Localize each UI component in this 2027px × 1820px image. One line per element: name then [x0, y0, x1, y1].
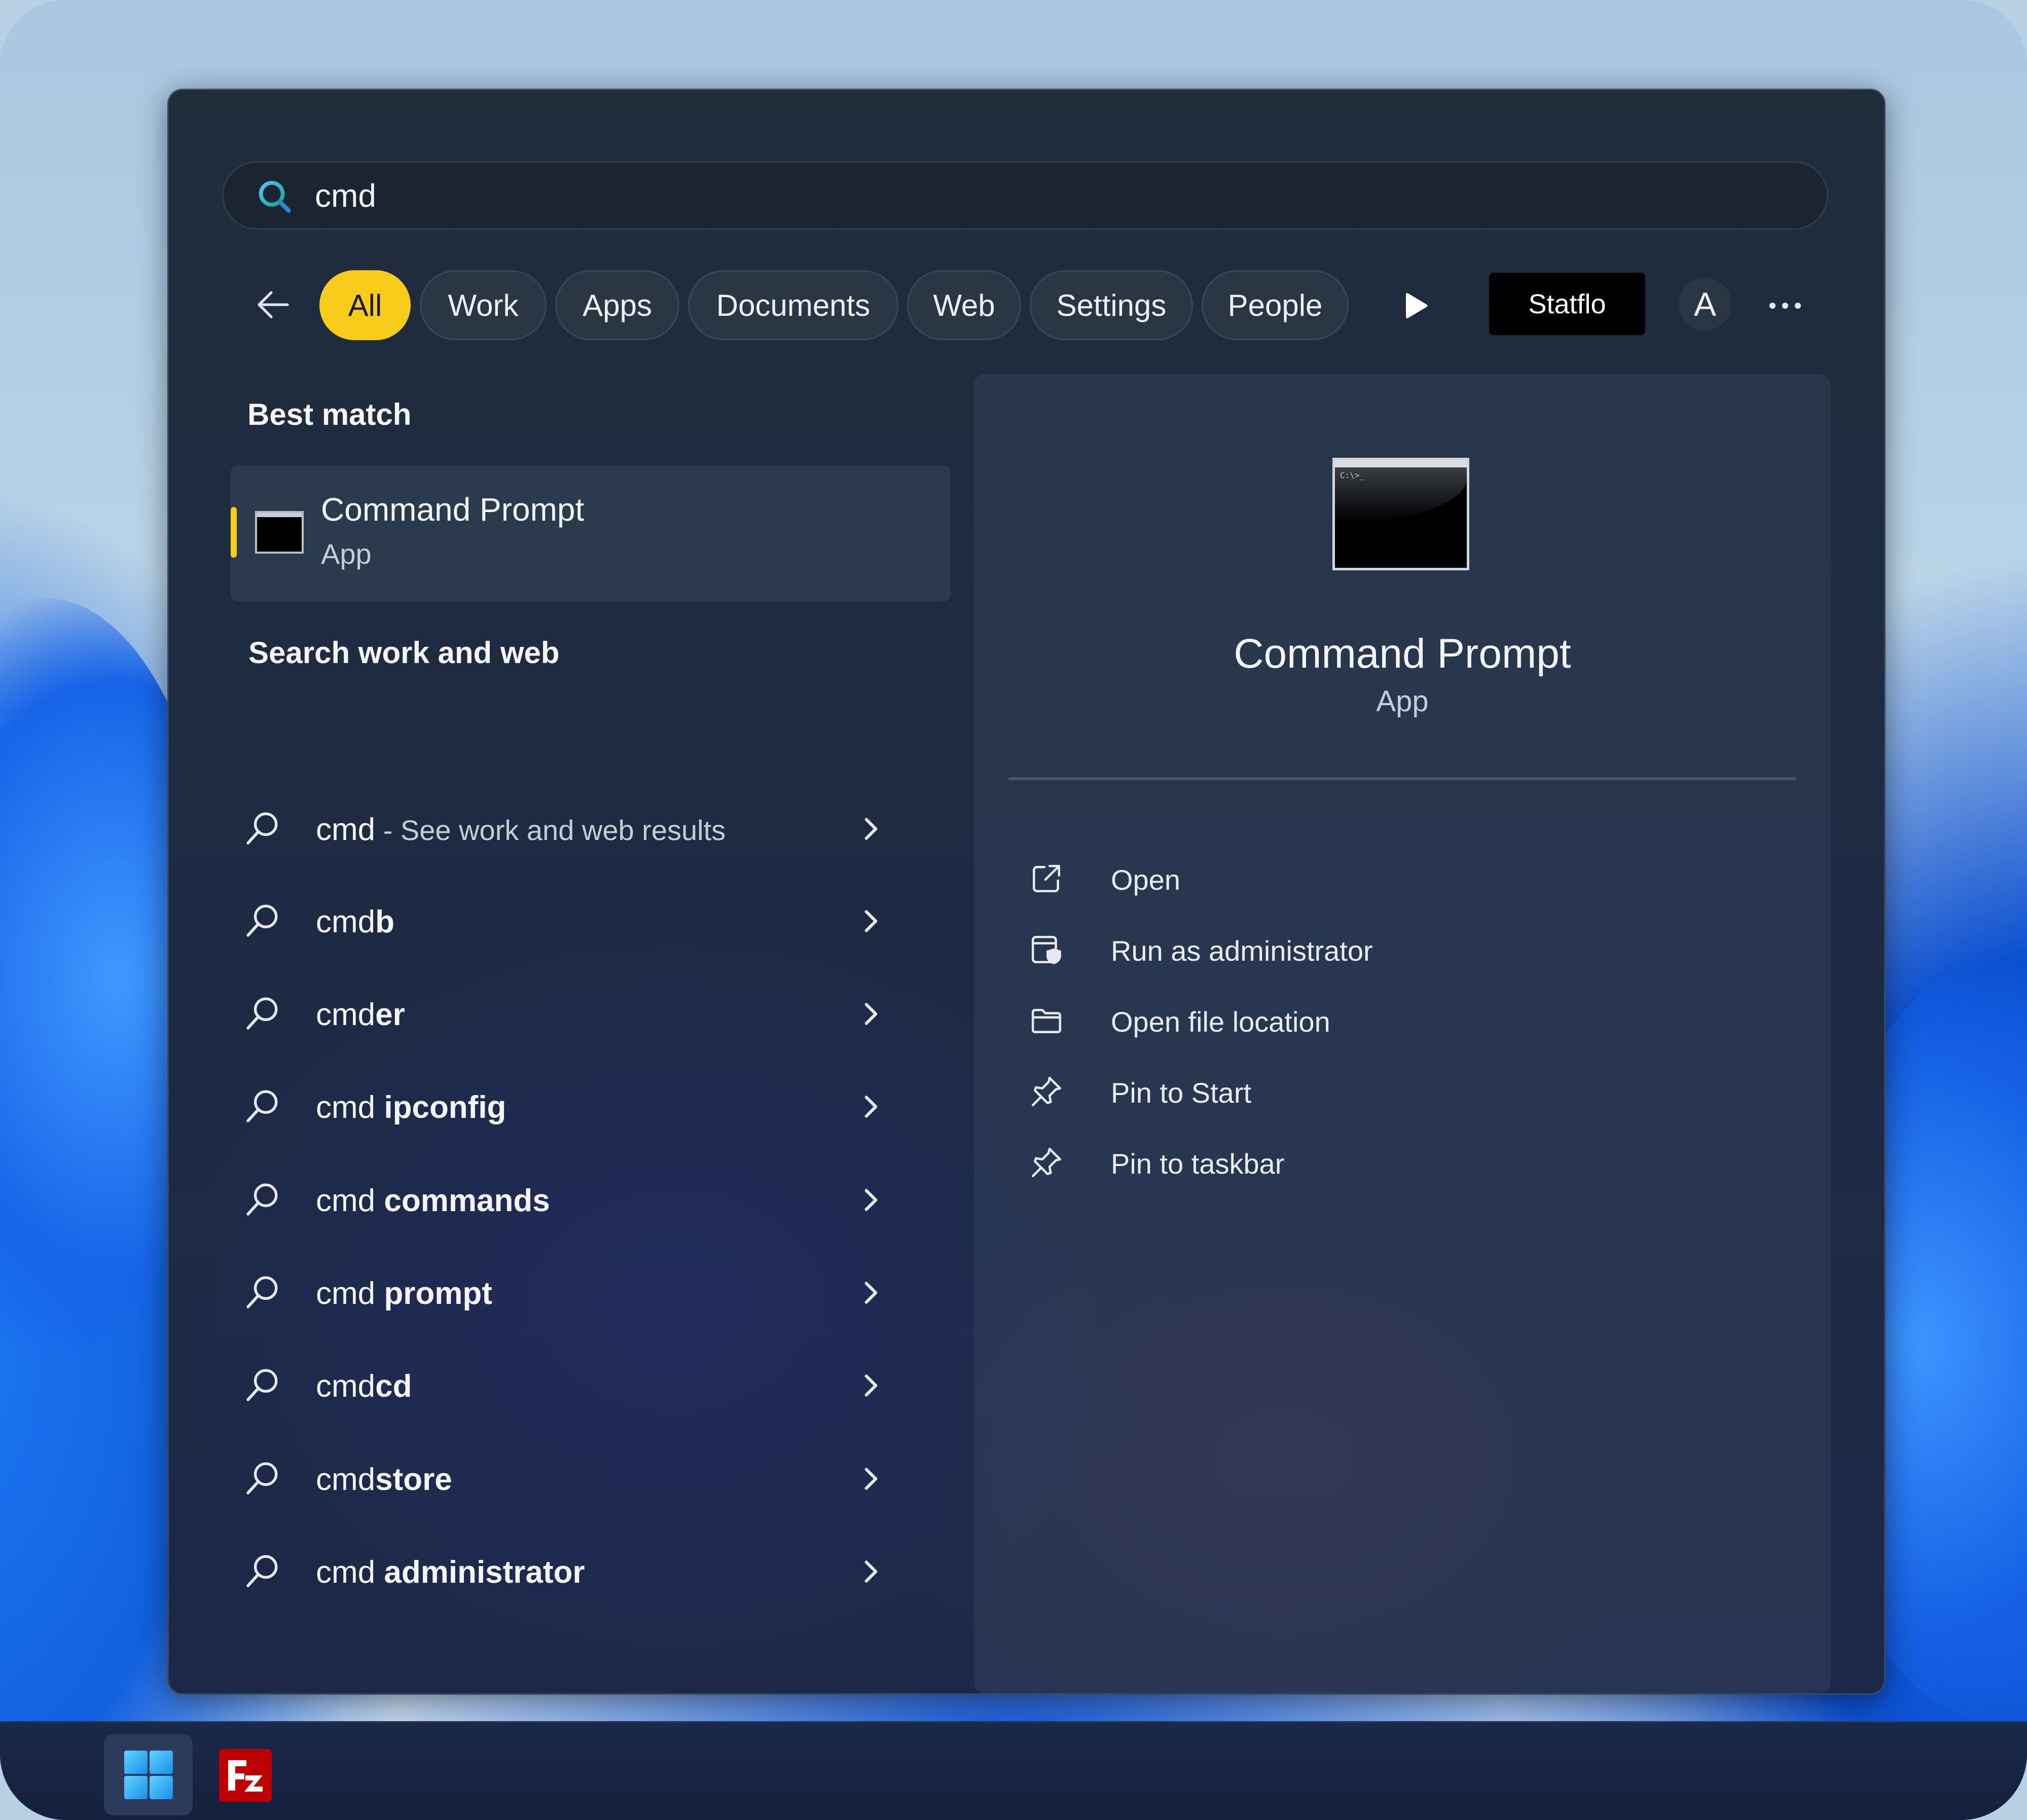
result-separator: -	[375, 814, 401, 846]
open-external-icon	[1032, 864, 1061, 893]
search-icon	[246, 1555, 278, 1587]
search-icon	[246, 997, 278, 1030]
result-suggestion: er	[375, 997, 405, 1032]
search-icon	[246, 1090, 278, 1122]
pin-icon	[1031, 1147, 1062, 1178]
web-result-text: cmd commands	[316, 1183, 550, 1219]
start-button[interactable]	[104, 1734, 193, 1815]
chevron-right-icon	[864, 818, 878, 840]
action-label: Open	[1111, 864, 1180, 896]
action-pin-to-start[interactable]: Pin to Start	[1030, 1064, 1740, 1119]
chevron-right-icon	[864, 1096, 878, 1118]
more-filters-button[interactable]	[1393, 285, 1439, 326]
action-open-file-location[interactable]: Open file location	[1030, 993, 1740, 1048]
web-result-text: cmdb	[316, 904, 394, 940]
org-account-button[interactable]: Statflo	[1489, 273, 1645, 335]
result-query: cmd	[316, 1555, 384, 1590]
avatar[interactable]: A	[1679, 278, 1731, 331]
action-label: Pin to Start	[1111, 1077, 1252, 1109]
result-query: cmd	[316, 1462, 376, 1497]
search-icon	[246, 812, 278, 845]
search-work-web-heading: Search work and web	[248, 636, 560, 670]
windows-logo-icon	[124, 1751, 173, 1799]
web-result-row[interactable]: cmd administrator	[245, 1535, 950, 1606]
result-suggestion: b	[375, 904, 395, 939]
filter-chip-settings[interactable]: Settings	[1030, 270, 1193, 340]
chevron-right-icon	[864, 1003, 878, 1025]
action-open[interactable]: Open	[1030, 851, 1740, 906]
result-suggestion: cd	[375, 1369, 412, 1404]
result-suggestion: store	[375, 1462, 452, 1497]
result-query: cmd	[316, 1369, 376, 1404]
result-suggestion: prompt	[384, 1276, 492, 1311]
filezilla-icon	[219, 1749, 272, 1802]
ellipsis-icon	[1769, 303, 1801, 309]
more-options-button[interactable]	[1760, 283, 1811, 329]
web-result-text: cmd ipconfig	[316, 1089, 506, 1125]
desktop-wallpaper: All Work Apps Documents Web Settings Peo…	[0, 0, 2027, 1820]
result-query: cmd	[316, 1276, 384, 1311]
chevron-right-icon	[864, 1282, 878, 1304]
action-run-as-administrator[interactable]: Run as administrator	[1030, 922, 1740, 977]
web-result-text: cmdcd	[316, 1368, 412, 1404]
chevron-right-icon	[864, 1560, 878, 1583]
web-result-text: cmder	[316, 997, 405, 1033]
result-suffix: See work and web results	[400, 814, 726, 846]
result-suggestion: ipconfig	[384, 1090, 506, 1125]
web-result-text: cmd prompt	[316, 1276, 492, 1312]
action-label: Open file location	[1111, 1006, 1330, 1038]
web-result-row[interactable]: cmd ipconfig	[245, 1070, 950, 1141]
result-query: cmd	[316, 904, 376, 939]
best-match-name: Command Prompt	[321, 491, 585, 528]
web-result-row[interactable]: cmder	[245, 977, 950, 1048]
filter-chip-people[interactable]: People	[1202, 270, 1349, 340]
best-match-card[interactable]: Command Prompt App	[231, 465, 951, 601]
search-icon	[246, 1462, 278, 1495]
detail-app-type: App	[1376, 685, 1429, 718]
taskbar	[0, 1721, 2027, 1820]
chevron-right-icon	[864, 910, 878, 932]
pin-icon	[1031, 1076, 1062, 1107]
result-suggestion: administrator	[384, 1555, 585, 1590]
folder-icon	[1031, 1009, 1062, 1033]
result-query: cmd	[316, 997, 376, 1032]
web-result-row[interactable]: cmdcd	[245, 1349, 950, 1420]
result-suggestion: commands	[384, 1183, 550, 1218]
chevron-right-icon	[864, 1189, 878, 1211]
play-icon	[1406, 293, 1428, 318]
admin-shield-icon	[1031, 935, 1061, 964]
best-match-type: App	[321, 538, 372, 570]
web-result-row[interactable]: cmd prompt	[245, 1256, 950, 1327]
best-match-heading: Best match	[247, 397, 412, 431]
search-icon	[246, 904, 278, 937]
result-query: cmd	[316, 812, 376, 847]
search-icon	[246, 1369, 278, 1401]
filezilla-taskbar-button[interactable]	[218, 1748, 273, 1803]
selection-indicator	[231, 507, 237, 558]
action-label: Run as administrator	[1111, 935, 1373, 967]
web-result-row[interactable]: cmd - See work and web results	[245, 792, 950, 863]
results-column: Best match Command Prompt App Search wor…	[169, 90, 960, 1693]
command-prompt-icon	[255, 511, 304, 554]
web-result-row[interactable]: cmd commands	[245, 1163, 950, 1234]
chevron-right-icon	[864, 1374, 878, 1397]
command-prompt-large-icon: C:\>_	[1332, 458, 1469, 570]
web-result-row[interactable]: cmdb	[245, 885, 950, 956]
web-result-text: cmdstore	[316, 1462, 452, 1498]
web-result-text: cmd administrator	[316, 1554, 585, 1590]
action-pin-to-taskbar[interactable]: Pin to taskbar	[1030, 1135, 1740, 1190]
web-result-row[interactable]: cmdstore	[245, 1442, 950, 1513]
result-query: cmd	[316, 1090, 384, 1125]
action-label: Pin to taskbar	[1111, 1148, 1285, 1180]
chevron-right-icon	[864, 1468, 878, 1490]
detail-pane: C:\>_ Command Prompt App Open Run as adm…	[974, 374, 1831, 1693]
web-result-text: cmd - See work and web results	[316, 812, 726, 848]
start-search-panel: All Work Apps Documents Web Settings Peo…	[167, 89, 1886, 1695]
divider	[1008, 777, 1796, 780]
detail-app-name: Command Prompt	[1234, 631, 1571, 677]
search-icon	[246, 1183, 278, 1216]
result-query: cmd	[316, 1183, 384, 1218]
search-icon	[246, 1276, 278, 1308]
